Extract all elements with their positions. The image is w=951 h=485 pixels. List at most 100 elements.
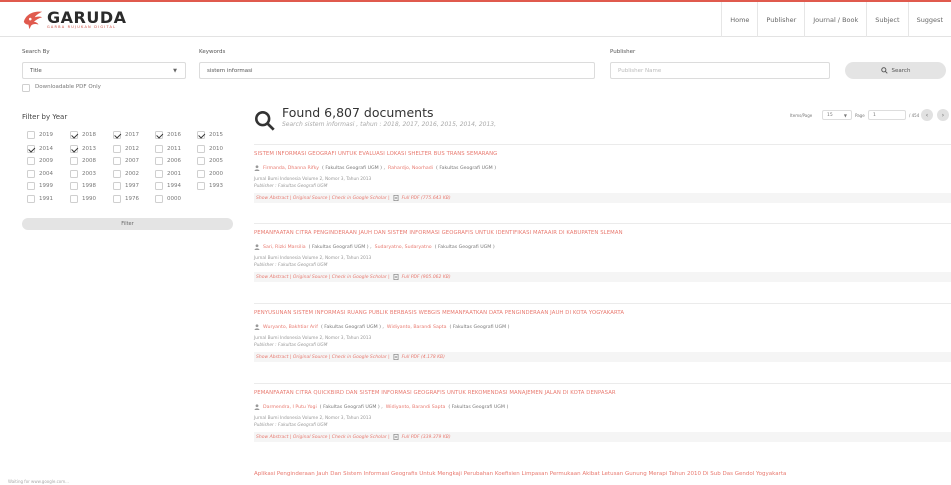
publisher-input[interactable]: Publisher Name [610,62,830,79]
nav-home[interactable]: Home [721,2,757,37]
year-label: 1993 [209,183,223,189]
year-checkbox[interactable] [197,157,205,165]
publisher-placeholder: Publisher Name [618,67,662,74]
caret-down-icon: ▼ [173,68,177,74]
year-checkbox[interactable] [27,131,35,139]
items-per-page-value: 15 [827,112,833,118]
author-link[interactable]: Widiyanto, Barandi Sapta [387,325,447,330]
year-label: 2007 [125,158,139,164]
pdf-only-checkbox[interactable] [22,84,30,92]
keywords-input[interactable]: sistem informasi [199,62,595,79]
result-action-links[interactable]: Show Abstract | Original Source | Check … [256,355,390,360]
caret-down-icon: ▼ [843,112,847,118]
year-checkbox[interactable] [113,195,121,203]
full-pdf-link[interactable]: Full PDF (339.379 KB) [402,435,451,440]
year-checkbox[interactable] [197,170,205,178]
pdf-file-icon [393,434,399,440]
year-label: 1994 [167,183,181,189]
author-link[interactable]: Rahardjo, Noorhadi [388,166,433,171]
year-label: 2006 [167,158,181,164]
nav-suggest[interactable]: Suggest [907,2,951,37]
result-title[interactable]: Aplikasi Penginderaan Jauh Dan Sistem In… [254,471,786,477]
result-title[interactable]: PENYUSUNAN SISTEM INFORMASI RUANG PUBLIK… [254,310,624,316]
result-authors: Firmanda, Dhanna Rifky( Fakultas Geograf… [254,165,496,171]
year-checkbox[interactable] [70,195,78,203]
page-total: / 454 [909,113,920,118]
year-checkbox[interactable] [113,170,121,178]
year-checkbox[interactable] [113,182,121,190]
page-input[interactable]: 1 [868,110,906,120]
author-affiliation: ( Fakultas Geografi UGM ) , [319,404,383,410]
items-per-page-select[interactable]: 15 ▼ [822,110,852,120]
year-checkbox[interactable] [197,131,205,139]
year-label: 2010 [209,146,223,152]
author-link[interactable]: Wuryanto, Bakhtiar Arif [263,325,318,330]
year-checkbox[interactable] [155,145,163,153]
result-action-links[interactable]: Show Abstract | Original Source | Check … [256,435,390,440]
author-affiliation: ( Fakultas Geografi UGM ) , [308,244,372,250]
result-divider [254,383,951,384]
page-label: Page [855,113,865,118]
year-checkbox[interactable] [155,195,163,203]
year-label: 2019 [39,132,53,138]
year-label: 2011 [167,146,181,152]
year-checkbox[interactable] [70,131,78,139]
search-button[interactable]: Search [845,62,946,79]
year-checkbox[interactable] [70,157,78,165]
year-label: 1999 [39,183,53,189]
author-link[interactable]: Firmanda, Dhanna Rifky [263,166,319,171]
result-authors: Wuryanto, Bakhtiar Arif( Fakultas Geogra… [254,324,509,330]
search-by-select[interactable]: Title ▼ [22,62,186,79]
garuda-logo[interactable]: GARUDA GARBA RUJUKAN DIGITAL [22,9,127,31]
year-checkbox[interactable] [70,182,78,190]
year-checkbox[interactable] [155,131,163,139]
result-action-links[interactable]: Show Abstract | Original Source | Check … [256,275,390,280]
result-title[interactable]: PEMANFAATAN CITRA PENGINDERAAN JAUH DAN … [254,230,623,236]
year-checkbox[interactable] [70,145,78,153]
result-action-links[interactable]: Show Abstract | Original Source | Check … [256,196,390,201]
full-pdf-link[interactable]: Full PDF (4.178 KB) [402,355,445,360]
result-publisher: Publisher : Fakultas Geografi UGM [254,423,328,428]
filter-title: Filter by Year [22,113,68,121]
year-checkbox[interactable] [27,170,35,178]
year-checkbox[interactable] [197,145,205,153]
filter-button[interactable]: Filter [22,218,233,230]
prev-page-button[interactable]: ‹ [921,109,933,121]
result-divider [254,303,951,304]
year-checkbox[interactable] [113,157,121,165]
year-checkbox[interactable] [27,157,35,165]
year-checkbox[interactable] [197,182,205,190]
nav-subject[interactable]: Subject [866,2,907,37]
author-link[interactable]: Darmendra, I Putu Yogi [263,405,317,410]
main-nav: Home Publisher Journal / Book Subject Su… [721,2,951,37]
result-title[interactable]: PEMANFAATAN CITRA QUICKBIRD DAN SISTEM I… [254,390,616,396]
keywords-label: Keywords [199,49,226,55]
nav-publisher[interactable]: Publisher [757,2,804,37]
year-checkbox[interactable] [27,145,35,153]
pdf-file-icon [393,274,399,280]
author-link[interactable]: Sari, Rizki Marsilia [263,245,306,250]
year-label: 1997 [125,183,139,189]
year-checkbox[interactable] [155,157,163,165]
year-label: 2002 [125,171,139,177]
year-checkbox[interactable] [70,170,78,178]
year-label: 2004 [39,171,53,177]
result-title[interactable]: SISTEM INFORMASI GEOGRAFI UNTUK EVALUASI… [254,151,497,157]
chevron-right-icon: › [941,111,945,119]
next-page-button[interactable]: › [937,109,949,121]
year-checkbox[interactable] [27,182,35,190]
year-checkbox[interactable] [155,170,163,178]
author-link[interactable]: Widiyanto, Barandi Sapta [386,405,446,410]
full-pdf-link[interactable]: Full PDF (905.062 KB) [402,275,451,280]
garuda-bird-icon [23,11,43,30]
author-link[interactable]: Sudaryatno, Sudaryatno [375,245,432,250]
result-journal: Jurnal Bumi Indonesia Volume 2, Nomor 3,… [254,256,372,261]
year-checkbox[interactable] [113,131,121,139]
year-label: 2013 [82,146,96,152]
search-by-label: Search By [22,49,50,55]
year-checkbox[interactable] [113,145,121,153]
year-checkbox[interactable] [27,195,35,203]
full-pdf-link[interactable]: Full PDF (775.643 KB) [402,196,451,201]
nav-journal-book[interactable]: Journal / Book [804,2,866,37]
year-checkbox[interactable] [155,182,163,190]
